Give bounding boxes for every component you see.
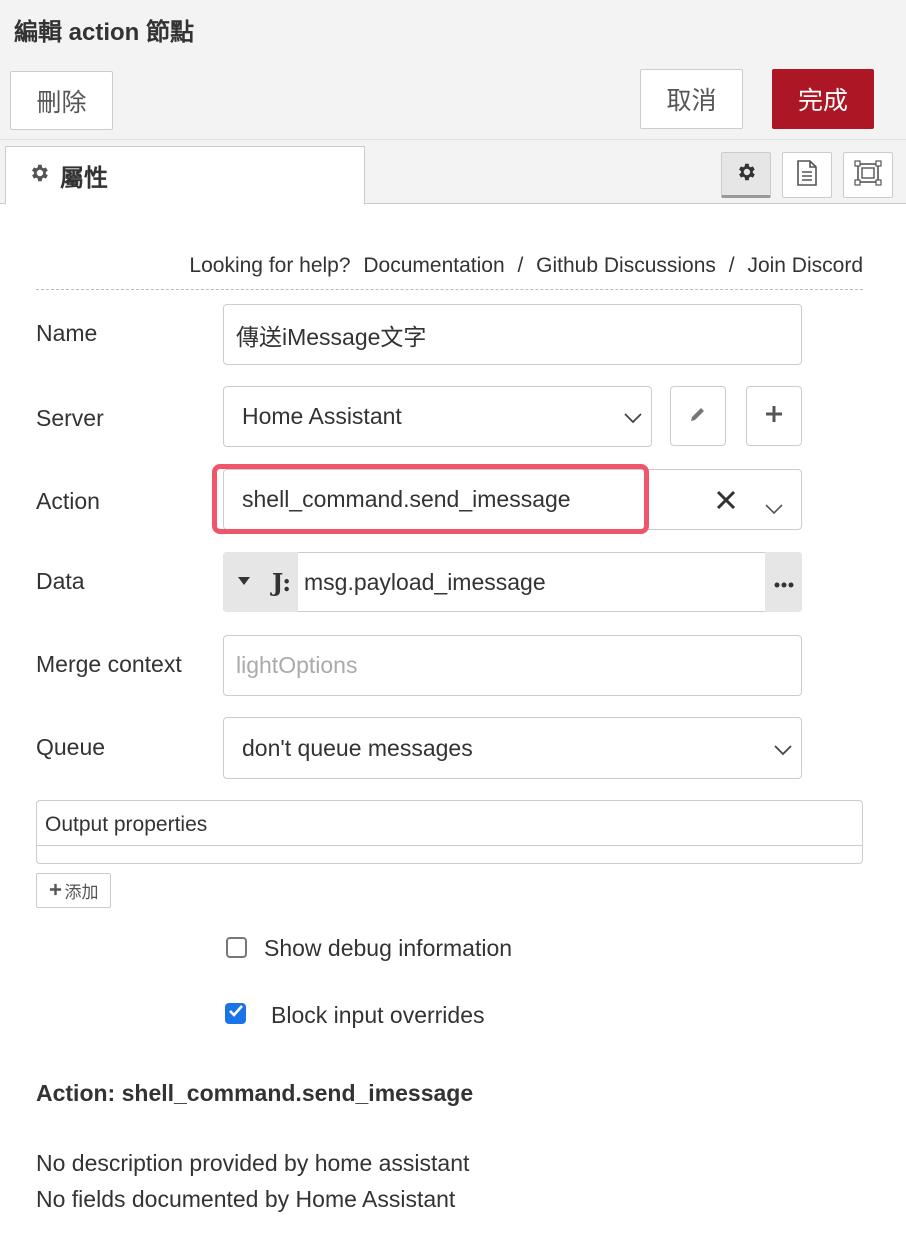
action-highlight-box xyxy=(212,464,649,534)
merge-context-placeholder: lightOptions xyxy=(236,652,358,678)
chevron-down-icon xyxy=(773,735,801,762)
caret-down-icon xyxy=(237,573,251,591)
server-select[interactable]: Home Assistant xyxy=(223,386,652,447)
pencil-icon xyxy=(688,404,708,429)
add-server-button[interactable] xyxy=(746,386,802,446)
name-input[interactable]: 傳送iMessage文字 xyxy=(223,304,802,365)
data-input-value: msg.payload_imessage xyxy=(304,568,546,595)
data-label: Data xyxy=(36,568,85,594)
clear-icon[interactable] xyxy=(715,489,737,517)
add-output-button[interactable]: 添加 xyxy=(36,873,111,908)
node-appearance-icon xyxy=(854,159,882,191)
block-input-overrides-label: Block input overrides xyxy=(271,1002,485,1028)
json-type-icon: J: xyxy=(265,552,298,612)
join-discord-link[interactable]: Join Discord xyxy=(747,254,863,277)
cancel-button[interactable]: 取消 xyxy=(640,69,743,129)
ellipsis-icon xyxy=(774,572,794,593)
block-input-overrides-checkbox[interactable] xyxy=(225,1003,246,1024)
appearance-tab-button[interactable] xyxy=(843,152,893,198)
checkmark-icon xyxy=(228,1004,244,1023)
chevron-down-icon xyxy=(623,403,651,430)
action-description: No description provided by home assistan… xyxy=(36,1150,470,1176)
server-select-value: Home Assistant xyxy=(242,403,402,429)
tab-properties[interactable]: 屬性 xyxy=(5,146,365,205)
document-icon xyxy=(796,159,818,191)
merge-context-input[interactable]: lightOptions xyxy=(223,635,802,696)
plus-icon xyxy=(49,881,62,901)
help-links: Looking for help? Documentation / Github… xyxy=(36,254,863,290)
add-output-label: 添加 xyxy=(64,883,99,902)
github-discussions-link[interactable]: Github Discussions xyxy=(536,254,716,277)
tab-properties-label: 屬性 xyxy=(60,165,108,192)
action-fields-note: No fields documented by Home Assistant xyxy=(36,1186,456,1212)
edit-server-button[interactable] xyxy=(670,386,726,446)
documentation-link[interactable]: Documentation xyxy=(363,254,504,277)
gear-icon xyxy=(735,161,757,188)
description-tab-button[interactable] xyxy=(782,152,832,198)
data-type-selector[interactable] xyxy=(223,552,265,612)
data-typed-input[interactable]: msg.payload_imessage xyxy=(223,552,802,612)
tray-header: 編輯 action 節點 xyxy=(0,0,906,55)
action-label: Action xyxy=(36,488,100,514)
action-info-title: Action: shell_command.send_imessage xyxy=(36,1080,474,1106)
output-properties-list: Output properties xyxy=(36,800,863,864)
tray-toolbar: 刪除 取消 完成 xyxy=(0,55,906,140)
name-label: Name xyxy=(36,320,98,346)
chevron-down-icon[interactable] xyxy=(764,494,784,521)
server-label: Server xyxy=(36,405,104,431)
queue-select[interactable]: don't queue messages xyxy=(223,717,802,779)
delete-button[interactable]: 刪除 xyxy=(10,71,113,130)
output-properties-header: Output properties xyxy=(37,801,862,846)
help-prefix: Looking for help? xyxy=(189,254,351,277)
tab-bar: 屬性 xyxy=(0,140,906,205)
tray-title: 編輯 action 節點 xyxy=(14,19,195,46)
expand-editor-button[interactable] xyxy=(765,552,802,612)
queue-select-value: don't queue messages xyxy=(242,734,473,761)
queue-label: Queue xyxy=(36,734,106,760)
gear-icon xyxy=(28,162,50,189)
name-input-value: 傳送iMessage文字 xyxy=(236,323,427,350)
show-debug-checkbox[interactable] xyxy=(226,937,247,958)
show-debug-label: Show debug information xyxy=(264,935,513,961)
done-button[interactable]: 完成 xyxy=(772,69,874,129)
merge-context-label: Merge context xyxy=(36,651,182,677)
settings-tab-button[interactable] xyxy=(721,152,771,198)
plus-icon xyxy=(764,404,784,429)
